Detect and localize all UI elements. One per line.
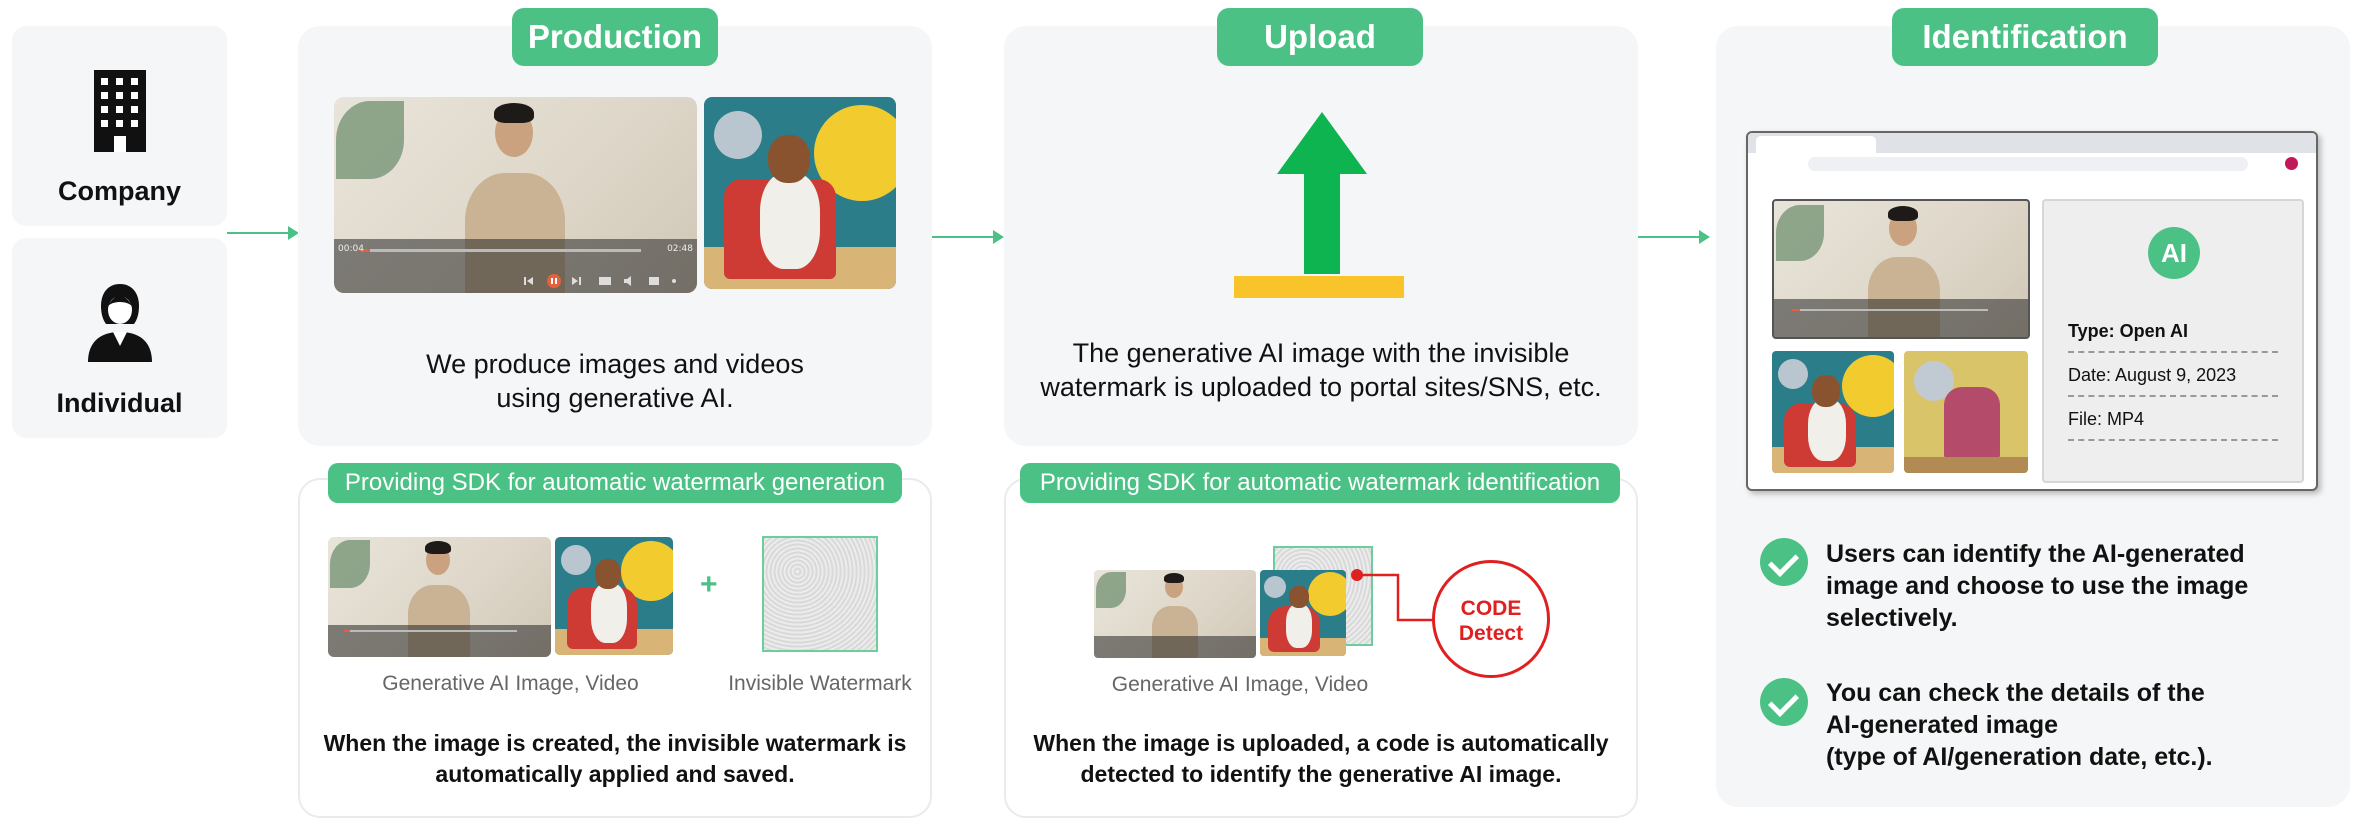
production-description: We produce images and videos using gener… [298,347,932,415]
check-icon-1 [1760,538,1808,586]
info-card: AI Type: Open AI Date: August 9, 2023 Fi… [2042,199,2304,483]
info-file: File: MP4 [2068,409,2145,429]
identification-point-2-line1: You can check the details of the [1826,679,2205,707]
upload-description-line1: The generative AI image with the invisib… [1072,338,1570,368]
code-detect-line1: CODE [1460,597,1522,620]
identification-point-2: You can check the details of the AI-gene… [1826,677,2213,773]
code-detect-badge: CODE Detect [1432,560,1550,678]
arrow-upload-to-identification [1638,230,1710,244]
person-icon [88,284,152,362]
identification-video-thumbnail [1772,199,2030,339]
sdk-generation-label: Providing SDK for automatic watermark ge… [328,463,902,503]
code-detect-line2: Detect [1458,622,1524,645]
individual-label: Individual [56,388,183,418]
identification-point-2-line3: (type of AI/generation date, etc.). [1826,743,2213,771]
video-time-start: 00:04 [338,244,364,254]
info-type: Type: Open AI [2068,321,2189,341]
arrow-left-to-production [227,226,299,240]
production-description-line1: We produce images and videos [426,349,804,379]
identification-title: Identification [1892,8,2158,66]
building-icon [94,70,146,152]
sdk-identification-summary-line2: detected to identify the generative AI i… [1080,761,1562,787]
info-divider-3 [2068,439,2278,441]
identification-point-1-line2: image and choose to use the image [1826,572,2249,600]
sdk-identification-summary: When the image is uploaded, a code is au… [1004,728,1638,790]
production-dog-image [704,97,896,289]
sdk-generation-dog-image [555,537,673,655]
info-divider-2 [2068,395,2278,397]
production-description-line2: using generative AI. [496,383,734,413]
identification-point-1-line1: Users can identify the AI-generated [1826,540,2245,568]
sdk-identification-summary-line1: When the image is uploaded, a code is au… [1033,730,1609,756]
invisible-watermark-image [762,536,878,652]
sdk-generation-caption-media: Generative AI Image, Video [382,672,639,695]
ai-badge: AI [2148,227,2200,279]
video-controls-icon [524,274,676,288]
sdk-generation-caption-watermark: Invisible Watermark [728,672,912,695]
video-time-end: 02:48 [667,244,693,254]
sdk-generation-summary-line1: When the image is created, the invisible… [323,730,907,756]
info-divider-1 [2068,351,2278,353]
browser-tab-bar [1748,133,2316,153]
company-label: Company [57,176,182,206]
browser-tab [1756,136,1876,153]
browser-address-bar [1808,157,2248,171]
plus-sign: + [700,568,718,601]
identification-point-1-line3: selectively. [1826,604,1958,632]
upload-arrow-icon [1234,112,1404,298]
production-video-thumbnail: 00:04 02:48 [334,97,697,293]
upload-title: Upload [1217,8,1423,66]
sdk-identification-video [1094,570,1256,658]
sdk-identification-caption-media: Generative AI Image, Video [1111,673,1369,696]
browser-profile-icon [2285,157,2298,170]
info-date: Date: August 9, 2023 [2068,365,2237,385]
upload-description-line2: watermark is uploaded to portal sites/SN… [1040,372,1602,402]
sdk-identification-dog-image [1260,570,1346,656]
upload-description: The generative AI image with the invisib… [1004,336,1638,404]
sdk-generation-summary-line2: automatically applied and saved. [435,761,795,787]
browser-window: AI Type: Open AI Date: August 9, 2023 Fi… [1746,131,2318,491]
sdk-identification-label: Providing SDK for automatic watermark id… [1020,463,1620,503]
identification-chair-image [1904,351,2028,473]
sdk-generation-video [328,537,551,657]
identification-dog-image [1772,351,1894,473]
production-title: Production [512,8,718,66]
company-panel: Company [12,26,227,226]
arrow-production-to-upload [932,230,1004,244]
sdk-generation-summary: When the image is created, the invisible… [298,728,932,790]
check-icon-2 [1760,678,1808,726]
individual-panel: Individual [12,238,227,438]
identification-point-2-line2: AI-generated image [1826,711,2059,739]
identification-point-1: Users can identify the AI-generated imag… [1826,538,2248,634]
detect-connector [1351,569,1438,622]
